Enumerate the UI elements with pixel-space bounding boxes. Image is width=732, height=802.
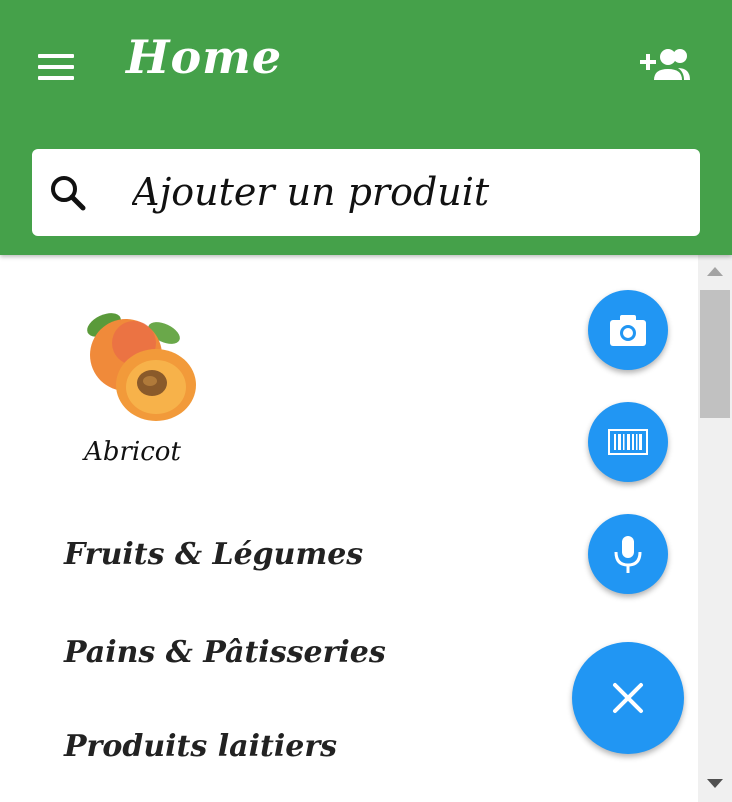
- menu-button[interactable]: [30, 48, 82, 88]
- scroll-down-arrow[interactable]: [707, 779, 723, 788]
- search-icon: [51, 176, 86, 211]
- search-input[interactable]: [132, 159, 682, 225]
- menu-icon-line: [38, 65, 74, 69]
- barcode-button[interactable]: [588, 402, 668, 482]
- scroll-up-arrow[interactable]: [707, 267, 723, 276]
- product-label: Abricot: [84, 437, 181, 467]
- add-user-button[interactable]: [632, 40, 696, 92]
- scroll-thumb[interactable]: [700, 290, 730, 418]
- menu-icon-line: [38, 76, 74, 80]
- scrollbar[interactable]: [698, 255, 732, 802]
- close-icon: [613, 683, 643, 713]
- barcode-icon: [608, 429, 648, 455]
- microphone-button[interactable]: [588, 514, 668, 594]
- product-card[interactable]: Abricot: [60, 297, 205, 487]
- microphone-icon: [614, 536, 642, 573]
- menu-icon-line: [38, 54, 74, 58]
- app-bar: Home: [0, 0, 732, 255]
- category-fruits-legumes[interactable]: Fruits & Légumes: [64, 537, 363, 572]
- camera-icon: [610, 315, 646, 346]
- page-title: Home: [126, 30, 283, 84]
- category-produits-laitiers[interactable]: Produits laitiers: [64, 729, 337, 764]
- close-fab-button[interactable]: [572, 642, 684, 754]
- apricot-image: [87, 313, 196, 421]
- search-bar: [32, 149, 700, 236]
- category-pains-patisseries[interactable]: Pains & Pâtisseries: [64, 635, 386, 670]
- person-add-icon: [640, 49, 690, 80]
- camera-button[interactable]: [588, 290, 668, 370]
